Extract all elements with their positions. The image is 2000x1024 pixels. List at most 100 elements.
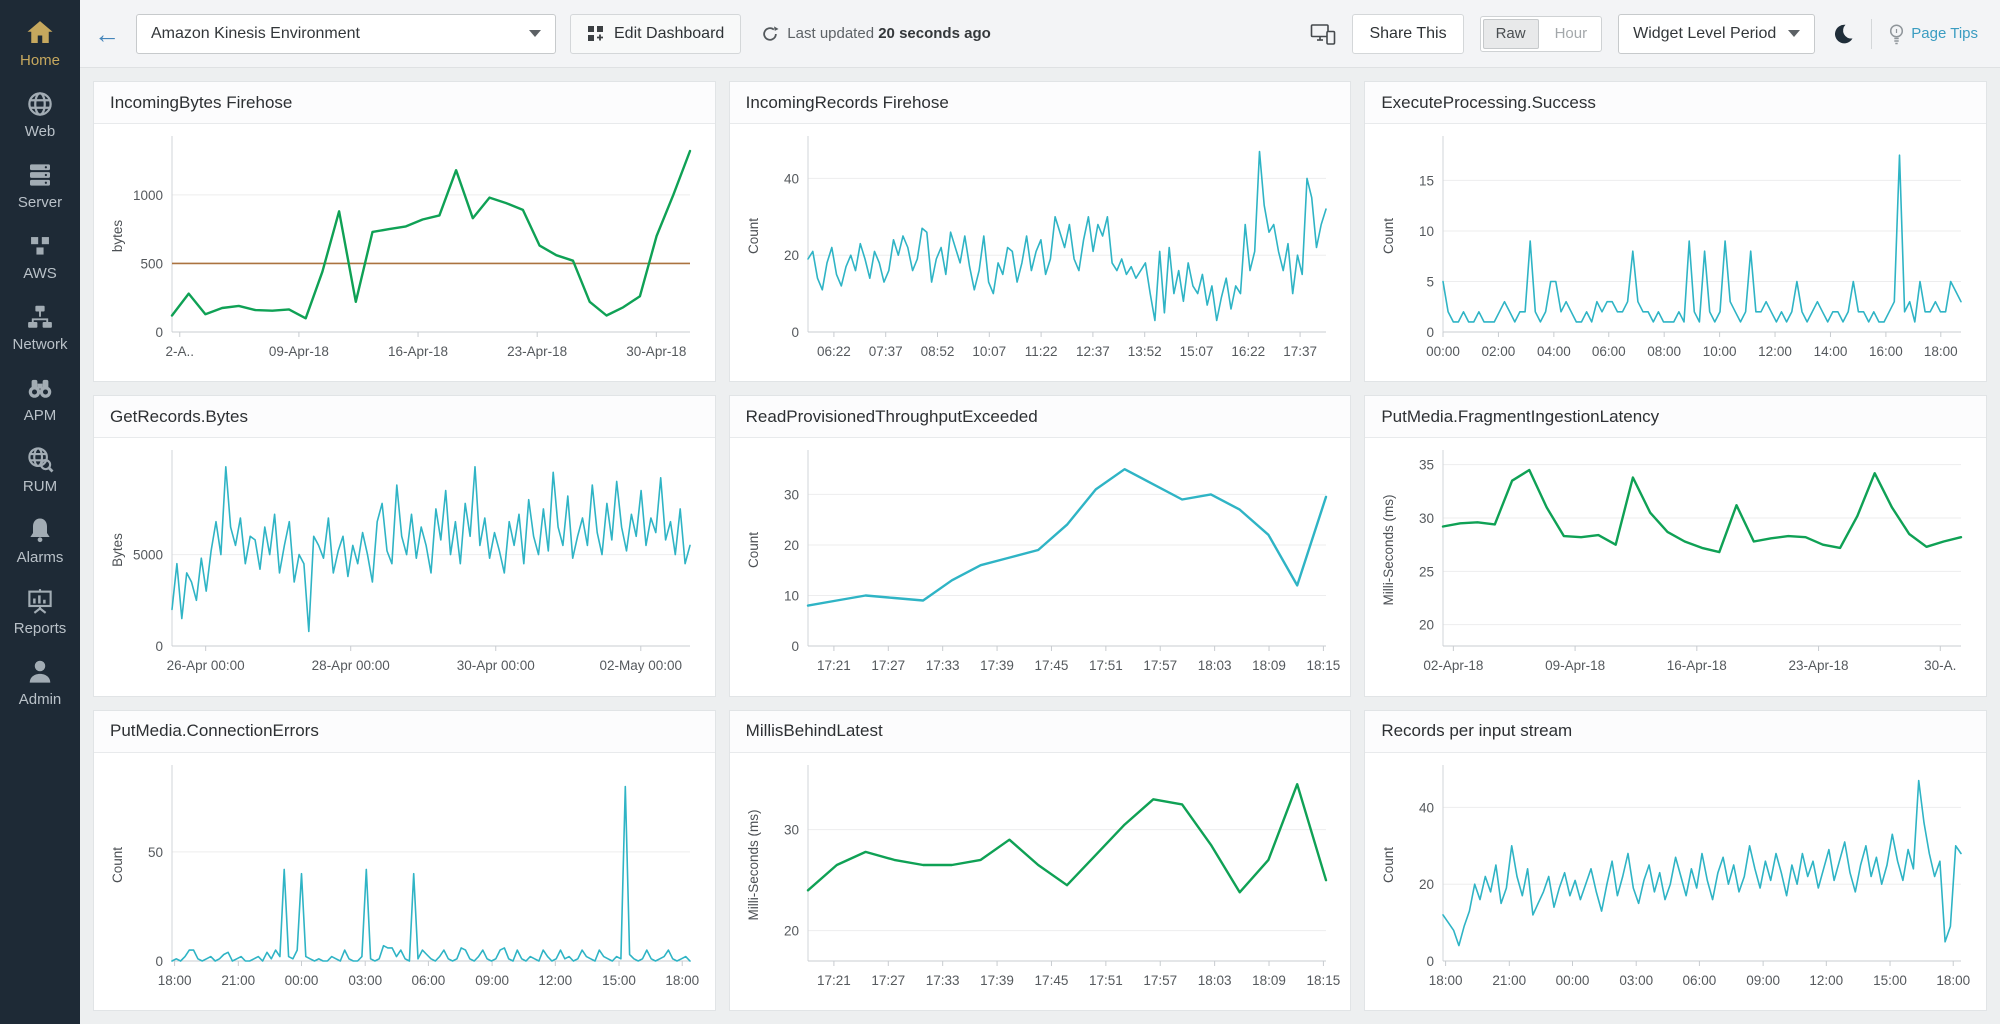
svg-text:500: 500 bbox=[140, 256, 163, 271]
chart-svg: 0 500 1000 bytes 2-A.. 09-Apr-18 16-Apr-18 23-A… bbox=[110, 136, 692, 359]
svg-text:0: 0 bbox=[155, 954, 163, 969]
edit-dashboard-button[interactable]: Edit Dashboard bbox=[570, 13, 742, 54]
svg-text:09:00: 09:00 bbox=[475, 973, 509, 988]
svg-text:10: 10 bbox=[784, 589, 799, 604]
svg-text:02-May 00:00: 02-May 00:00 bbox=[600, 658, 683, 673]
line-chart[interactable]: 0 20 40 Count 06:22 07:37 08:52 10:07 11:22 12:37… bbox=[730, 124, 1351, 381]
dark-mode-toggle[interactable] bbox=[1831, 22, 1855, 46]
sidebar-item-server[interactable]: Server bbox=[0, 150, 80, 221]
widget-level-period-select[interactable]: Widget Level Period bbox=[1618, 13, 1816, 54]
sidebar-item-apm[interactable]: APM bbox=[0, 363, 80, 434]
sidebar-item-reports[interactable]: Reports bbox=[0, 576, 80, 647]
svg-text:18:00: 18:00 bbox=[1429, 973, 1463, 988]
chart-card: ExecuteProcessing.Success 0 5 10 15 Count 00:… bbox=[1364, 81, 1987, 383]
svg-text:12:37: 12:37 bbox=[1076, 344, 1110, 359]
svg-text:18:09: 18:09 bbox=[1252, 973, 1286, 988]
sidebar-item-label: Reports bbox=[13, 620, 67, 637]
line-chart[interactable]: 0 10 20 30 Count 17:21 17:27 17:33 17:39 17:45 17:… bbox=[730, 438, 1351, 695]
svg-text:00:00: 00:00 bbox=[285, 973, 319, 988]
svg-text:23-Apr-18: 23-Apr-18 bbox=[507, 344, 567, 359]
last-updated-prefix: Last updated bbox=[787, 25, 875, 42]
line-chart[interactable]: 20 30 Milli-Seconds (ms) 17:21 17:27 17:33 17:… bbox=[730, 753, 1351, 1010]
chart-card: GetRecords.Bytes 0 5000 Bytes 26-Apr 00:00 2… bbox=[93, 395, 716, 697]
svg-text:0: 0 bbox=[791, 639, 799, 654]
svg-text:17:37: 17:37 bbox=[1283, 344, 1317, 359]
svg-text:0: 0 bbox=[155, 639, 163, 654]
share-this-button[interactable]: Share This bbox=[1352, 13, 1464, 54]
sidebar-item-label: Server bbox=[17, 194, 63, 211]
svg-text:09-Apr-18: 09-Apr-18 bbox=[269, 344, 329, 359]
svg-text:16-Apr-18: 16-Apr-18 bbox=[1667, 658, 1727, 673]
svg-text:20: 20 bbox=[1419, 618, 1434, 633]
sidebar-item-rum[interactable]: RUM bbox=[0, 434, 80, 505]
svg-text:18:00: 18:00 bbox=[1924, 344, 1958, 359]
svg-text:17:57: 17:57 bbox=[1143, 973, 1177, 988]
last-updated: Last updated 20 seconds ago bbox=[761, 25, 991, 43]
sidebar-item-web[interactable]: Web bbox=[0, 79, 80, 150]
raw-hour-toggle: Raw Hour bbox=[1479, 15, 1603, 52]
sidebar-item-aws[interactable]: AWS bbox=[0, 221, 80, 292]
top-bar: ← Amazon Kinesis Environment Edit Dashbo… bbox=[80, 0, 2000, 68]
svg-text:30-Apr-18: 30-Apr-18 bbox=[626, 344, 686, 359]
svg-text:Milli-Seconds (ms): Milli-Seconds (ms) bbox=[746, 809, 761, 920]
share-this-label: Share This bbox=[1369, 24, 1447, 42]
dashboard-select[interactable]: Amazon Kinesis Environment bbox=[136, 13, 556, 54]
svg-text:25: 25 bbox=[1419, 565, 1434, 580]
line-chart[interactable]: 0 20 40 Count 18:00 21:00 00:00 03:00 06:00 09:00… bbox=[1365, 753, 1986, 1010]
svg-text:17:45: 17:45 bbox=[1034, 658, 1068, 673]
svg-text:Bytes: Bytes bbox=[110, 533, 125, 567]
svg-text:06:00: 06:00 bbox=[1683, 973, 1717, 988]
svg-text:16:00: 16:00 bbox=[1869, 344, 1903, 359]
svg-text:18:00: 18:00 bbox=[1937, 973, 1971, 988]
toggle-option-raw[interactable]: Raw bbox=[1482, 18, 1539, 49]
sidebar-item-label: AWS bbox=[23, 265, 57, 282]
top-bar-right: Share This Raw Hour Widget Level Period … bbox=[1310, 13, 1978, 54]
chart-svg: 20 25 30 35 Milli-Seconds (ms) 02-Apr-18 09-Ap… bbox=[1381, 450, 1963, 673]
app-root: Home Web Server AWS Network APM RUM Alar… bbox=[0, 0, 2000, 1024]
toggle-option-hour[interactable]: Hour bbox=[1541, 17, 1602, 51]
svg-text:Count: Count bbox=[1381, 846, 1396, 882]
line-chart[interactable]: 20 25 30 35 Milli-Seconds (ms) 02-Apr-18 09-Ap… bbox=[1365, 438, 1986, 695]
refresh-icon[interactable] bbox=[761, 25, 779, 43]
svg-text:15:07: 15:07 bbox=[1179, 344, 1213, 359]
sidebar-item-admin[interactable]: Admin bbox=[0, 647, 80, 718]
svg-text:Count: Count bbox=[110, 846, 125, 882]
svg-text:07:37: 07:37 bbox=[868, 344, 902, 359]
svg-text:06:00: 06:00 bbox=[1592, 344, 1626, 359]
svg-text:03:00: 03:00 bbox=[348, 973, 382, 988]
sidebar-item-network[interactable]: Network bbox=[0, 292, 80, 363]
svg-text:15:00: 15:00 bbox=[1873, 973, 1907, 988]
svg-text:11:22: 11:22 bbox=[1024, 344, 1057, 359]
page-tips-button[interactable]: Page Tips bbox=[1888, 23, 1978, 45]
line-chart[interactable]: 0 5 10 15 Count 00:00 02:00 04:00 06:00 08:00 10:0… bbox=[1365, 124, 1986, 381]
svg-text:14:00: 14:00 bbox=[1814, 344, 1848, 359]
svg-text:20: 20 bbox=[784, 538, 799, 553]
sidebar-item-alarms[interactable]: Alarms bbox=[0, 505, 80, 576]
lightbulb-icon bbox=[1890, 23, 1904, 44]
chevron-down-icon bbox=[1788, 30, 1801, 37]
svg-text:20: 20 bbox=[1419, 877, 1434, 892]
chart-title: ExecuteProcessing.Success bbox=[1365, 82, 1986, 124]
sidebar-item-label: Alarms bbox=[16, 549, 64, 566]
svg-text:23-Apr-18: 23-Apr-18 bbox=[1789, 658, 1849, 673]
svg-text:18:00: 18:00 bbox=[665, 973, 699, 988]
line-chart[interactable]: 0 500 1000 bytes 2-A.. 09-Apr-18 16-Apr-18 23-A… bbox=[94, 124, 715, 381]
back-arrow-icon[interactable]: ← bbox=[94, 21, 120, 47]
sidebar-item-home[interactable]: Home bbox=[0, 8, 80, 79]
page-tips-label: Page Tips bbox=[1911, 25, 1978, 42]
sidebar-item-label: Home bbox=[19, 52, 60, 69]
svg-text:20: 20 bbox=[784, 923, 799, 938]
svg-text:09-Apr-18: 09-Apr-18 bbox=[1545, 658, 1605, 673]
chart-card: ReadProvisionedThroughputExceeded 0 10 20 3… bbox=[728, 395, 1352, 697]
svg-text:5: 5 bbox=[1427, 274, 1435, 289]
svg-text:5000: 5000 bbox=[133, 548, 163, 563]
chart-svg: 0 20 40 Count 18:00 21:00 00:00 03:00 06:00 09:00… bbox=[1381, 764, 1971, 988]
line-chart[interactable]: 0 5000 Bytes 26-Apr 00:00 28-Apr 00:00 30-Apr… bbox=[94, 438, 715, 695]
devices-icon[interactable] bbox=[1310, 23, 1336, 45]
widget-level-period-label: Widget Level Period bbox=[1633, 24, 1777, 42]
svg-text:30-Apr 00:00: 30-Apr 00:00 bbox=[457, 658, 535, 673]
svg-text:18:09: 18:09 bbox=[1252, 658, 1286, 673]
line-chart[interactable]: 0 50 Count 18:00 21:00 00:00 03:00 06:00 09:00 12… bbox=[94, 753, 715, 1010]
svg-text:40: 40 bbox=[784, 171, 799, 186]
server-icon bbox=[30, 164, 50, 186]
